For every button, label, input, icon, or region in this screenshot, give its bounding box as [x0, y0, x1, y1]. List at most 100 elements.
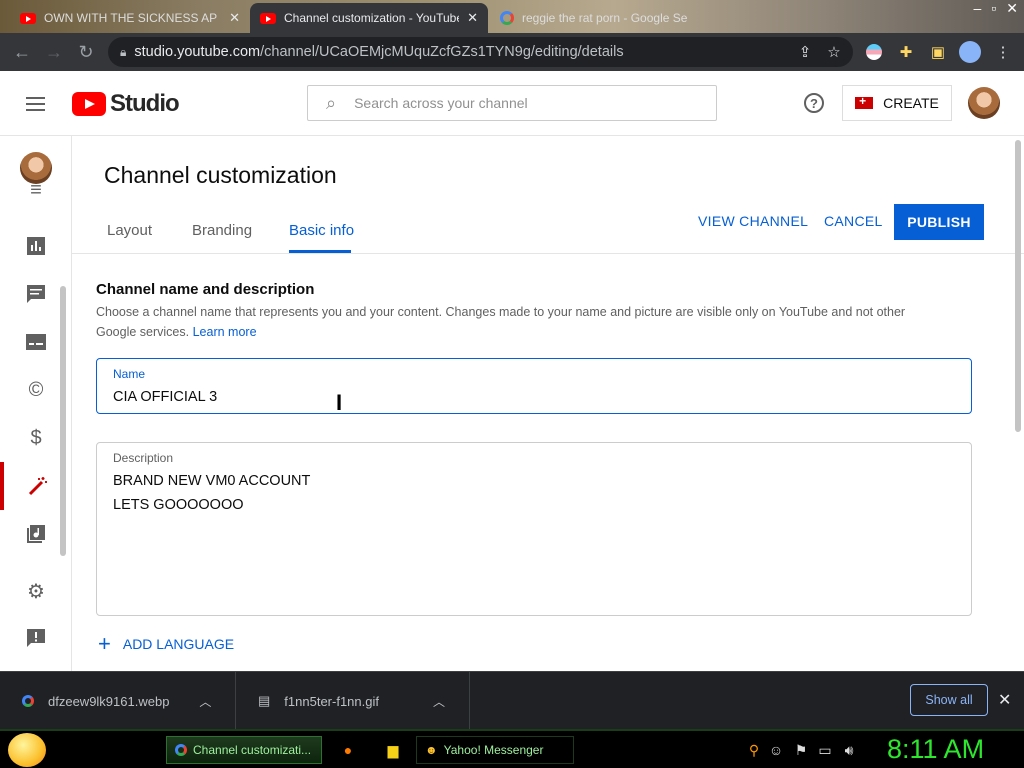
search-input[interactable]: ⌕ Search across your channel — [307, 85, 717, 121]
extensions-puzzle-icon[interactable]: ✚ — [893, 39, 919, 65]
chevron-up-icon[interactable]: ︿ — [433, 693, 445, 710]
back-icon[interactable]: ← — [6, 36, 38, 68]
browser-tab-title: Channel customization - YouTube — [284, 11, 459, 25]
start-smiley-icon[interactable] — [8, 733, 46, 767]
folder-icon[interactable]: ▆ — [385, 742, 401, 758]
browser-tab-title: reggie the rat porn - Google Se — [522, 11, 688, 25]
main-scrollbar[interactable] — [1015, 140, 1021, 432]
view-channel-button[interactable]: VIEW CHANNEL — [698, 204, 808, 238]
task-label: Yahoo! Messenger — [443, 743, 544, 757]
google-favicon-icon — [500, 11, 514, 25]
task-chrome[interactable]: Channel customizati... — [166, 736, 322, 764]
volume-icon[interactable]: 🔊︎ — [841, 742, 857, 758]
add-language-button[interactable]: + ADD LANGUAGE — [98, 631, 234, 657]
search-icon: ⌕ — [326, 92, 337, 113]
name-label: Name — [113, 367, 146, 381]
clock[interactable]: 8:11 AM — [887, 734, 984, 765]
download-item-2[interactable]: ▤ f1nn5ter-f1nn.gif ︿ — [236, 672, 470, 730]
address-bar[interactable]: 🔒︎ studio.youtube.com/channel/UCaOEMjcMU… — [108, 37, 853, 67]
analytics-icon[interactable] — [0, 222, 72, 270]
create-button[interactable]: CREATE — [842, 85, 952, 121]
file-icon: ▤ — [258, 693, 271, 708]
browser-tab-1[interactable]: OWN WITH THE SICKNESS AP ✕ — [10, 3, 250, 33]
task-label: Channel customizati... — [193, 743, 312, 757]
browser-menu-icon[interactable]: ⋮ — [990, 39, 1016, 65]
search-tray-icon[interactable]: ⚲ — [746, 742, 762, 758]
learn-more-link[interactable]: Learn more — [193, 325, 257, 339]
left-scrollbar[interactable] — [60, 286, 66, 556]
search-placeholder: Search across your channel — [354, 95, 528, 111]
tab-layout[interactable]: Layout — [107, 222, 152, 239]
add-language-label: ADD LANGUAGE — [122, 636, 235, 652]
task-yahoo-messenger[interactable]: ☻ Yahoo! Messenger — [416, 736, 574, 764]
extension-flag-icon[interactable] — [861, 39, 887, 65]
description-line-2[interactable]: LETS GOOOOOOO — [113, 493, 955, 517]
close-icon[interactable]: ✕ — [998, 690, 1011, 710]
create-label: CREATE — [883, 95, 939, 111]
settings-gear-icon[interactable]: ⚙ — [0, 567, 72, 615]
messenger-tray-icon[interactable]: ☺ — [768, 742, 784, 758]
download-filename: f1nn5ter-f1nn.gif — [284, 693, 379, 709]
create-video-icon — [855, 94, 874, 109]
yahoo-messenger-icon: ☻ — [425, 743, 438, 757]
tabs-divider — [72, 253, 1024, 254]
tab-basic-info[interactable]: Basic info — [289, 222, 354, 239]
close-window-icon[interactable]: ✕ — [1006, 0, 1018, 17]
os-taskbar: Channel customizati... ● ▆ ☻ Yahoo! Mess… — [0, 729, 1024, 768]
url-host: studio.youtube.com — [134, 44, 261, 60]
download-item-1[interactable]: dfzeew9lk9161.webp ︿ — [0, 672, 236, 730]
close-icon[interactable]: ✕ — [229, 10, 240, 26]
forward-icon[interactable]: → — [38, 36, 70, 68]
show-all-button[interactable]: Show all — [910, 684, 988, 716]
chevron-up-icon[interactable]: ︿ — [199, 693, 211, 710]
studio-header: Studio ⌕ Search across your channel ? CR… — [0, 71, 1024, 136]
description-label: Description — [113, 451, 174, 465]
youtube-logo-icon — [72, 92, 106, 116]
tab-branding[interactable]: Branding — [192, 222, 252, 239]
minimize-icon[interactable]: – — [974, 0, 982, 17]
browser-toolbar: ← → ↻ 🔒︎ studio.youtube.com/channel/UCaO… — [0, 33, 1024, 71]
maximize-icon[interactable]: ▫ — [991, 0, 996, 17]
browser-tab-3[interactable]: reggie the rat porn - Google Se — [490, 3, 710, 33]
section-title: Channel name and description — [96, 281, 315, 298]
section-description: Choose a channel name that represents yo… — [96, 302, 946, 342]
chrome-file-icon — [22, 695, 34, 707]
network-tray-icon[interactable]: ▭ — [817, 742, 833, 758]
help-icon[interactable]: ? — [804, 93, 824, 113]
downloads-bar: dfzeew9lk9161.webp ︿ ▤ f1nn5ter-f1nn.gif… — [0, 671, 1024, 730]
menu-icon[interactable] — [26, 97, 45, 115]
browser-tab-2[interactable]: Channel customization - YouTube ✕ — [250, 3, 488, 33]
reload-icon[interactable]: ↻ — [70, 36, 102, 68]
bookmark-star-icon[interactable]: ☆ — [821, 39, 847, 65]
flag-tray-icon[interactable]: ⚑ — [793, 742, 809, 758]
share-icon[interactable]: ⇪ — [792, 39, 818, 65]
account-avatar[interactable] — [968, 87, 1000, 119]
logo-text: Studio — [110, 90, 180, 117]
browser-tab-strip: OWN WITH THE SICKNESS AP ✕ Channel custo… — [0, 0, 1024, 33]
main-content: Channel customization Layout Branding Ba… — [72, 136, 1024, 671]
page-title: Channel customization — [104, 162, 337, 188]
name-value[interactable]: CIA OFFICIAL 3 — [113, 385, 955, 409]
youtube-favicon-icon — [20, 12, 36, 24]
close-icon[interactable]: ✕ — [467, 10, 478, 26]
text-cursor-icon: I — [336, 390, 343, 415]
feedback-icon[interactable] — [0, 614, 72, 662]
description-line-1[interactable]: BRAND NEW VM0 ACCOUNT — [113, 469, 955, 493]
left-navigation: ≡ © $ ⚙ — [0, 136, 72, 671]
chrome-icon — [175, 744, 187, 756]
publish-button[interactable]: PUBLISH — [894, 204, 984, 240]
plus-icon: + — [98, 631, 111, 656]
lock-icon: 🔒︎ — [120, 44, 127, 59]
cancel-button[interactable]: CANCEL — [824, 204, 883, 238]
channel-name-field[interactable]: Name CIA OFFICIAL 3 — [96, 358, 972, 414]
profile-icon[interactable] — [957, 39, 983, 65]
firefox-icon[interactable]: ● — [340, 742, 356, 758]
window-controls: – ▫ ✕ — [974, 0, 1019, 17]
download-filename: dfzeew9lk9161.webp — [48, 693, 170, 709]
url-path: /channel/UCaOEMjcMUquZcfGZs1TYN9g/editin… — [260, 44, 624, 60]
browser-tab-title: OWN WITH THE SICKNESS AP — [44, 11, 218, 25]
studio-logo[interactable]: Studio — [72, 90, 180, 118]
channel-description-field[interactable]: Description BRAND NEW VM0 ACCOUNT LETS G… — [96, 442, 972, 616]
playlists-icon[interactable]: ≡ — [0, 176, 72, 204]
side-panel-icon[interactable]: ▣ — [925, 39, 951, 65]
